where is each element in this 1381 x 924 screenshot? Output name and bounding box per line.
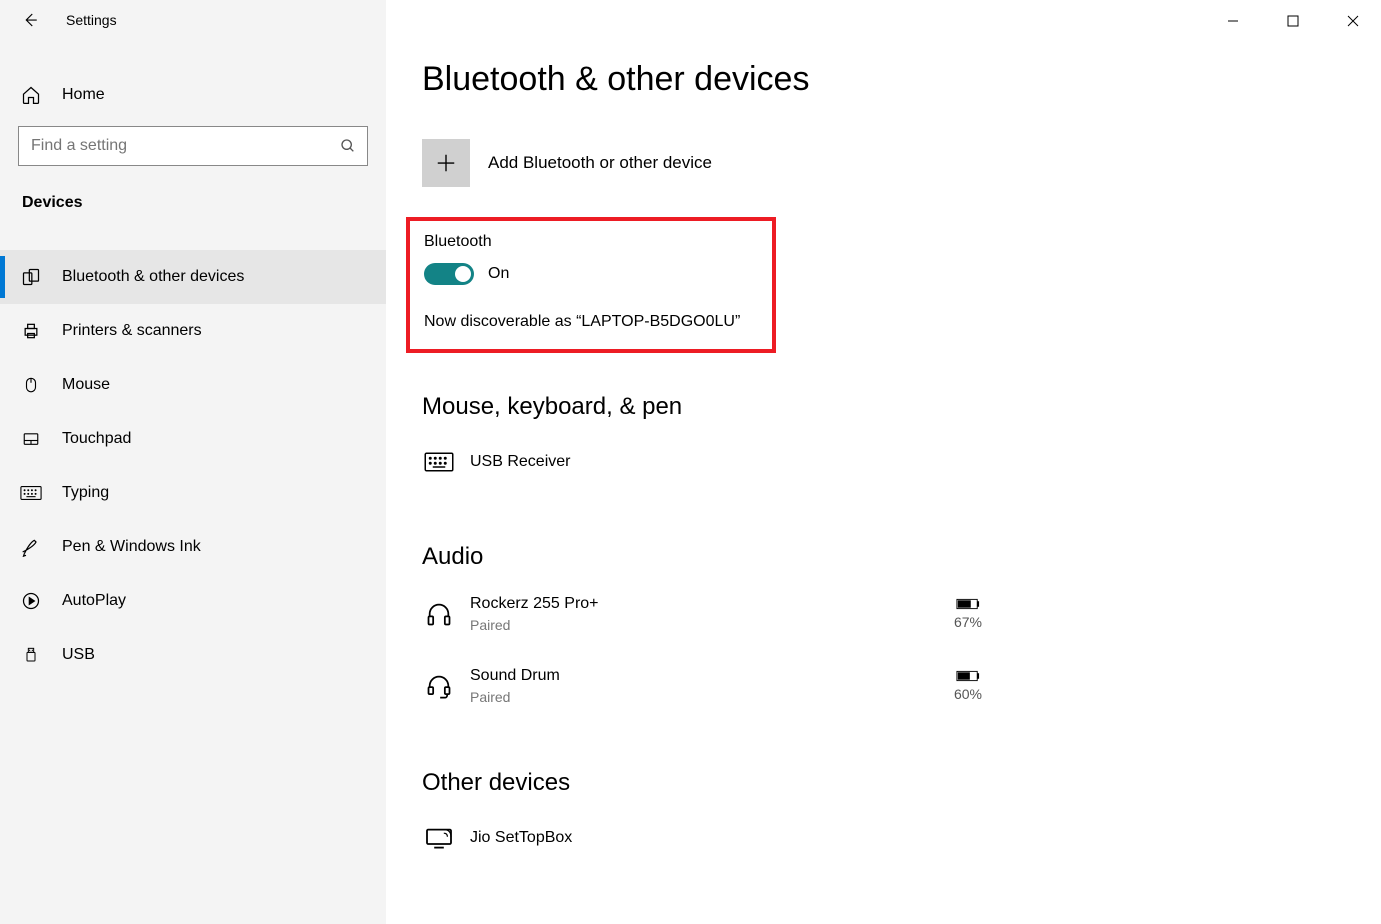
titlebar-row: Settings <box>0 8 386 42</box>
section-other-heading: Other devices <box>422 769 1345 797</box>
display-icon <box>422 821 456 855</box>
nav-item-mouse[interactable]: Mouse <box>0 358 386 412</box>
bluetooth-devices-icon <box>20 266 42 288</box>
sidebar: Settings Home Devices Bluetooth & other … <box>0 0 386 924</box>
nav-item-autoplay[interactable]: AutoPlay <box>0 574 386 628</box>
maximize-button[interactable] <box>1273 6 1313 36</box>
device-name: Sound Drum <box>470 667 940 685</box>
nav-label: Pen & Windows Ink <box>62 538 201 556</box>
nav-label: Typing <box>62 484 109 502</box>
nav-list: Bluetooth & other devices Printers & sca… <box>0 250 386 682</box>
battery-icon <box>956 670 980 682</box>
home-label: Home <box>62 86 105 104</box>
device-battery: 60% <box>954 670 982 702</box>
add-device-button[interactable]: Add Bluetooth or other device <box>422 139 1345 187</box>
keyboard-icon <box>422 445 456 479</box>
bluetooth-label: Bluetooth <box>424 233 760 251</box>
page-title: Bluetooth & other devices <box>422 60 1345 99</box>
search-wrap <box>18 126 368 166</box>
mouse-icon <box>20 374 42 396</box>
touchpad-icon <box>20 428 42 450</box>
printer-icon <box>20 320 42 342</box>
add-device-label: Add Bluetooth or other device <box>488 153 712 173</box>
device-usb-receiver[interactable]: USB Receiver <box>422 437 982 487</box>
home-icon <box>20 84 42 106</box>
nav-label: USB <box>62 646 95 664</box>
close-button[interactable] <box>1333 6 1373 36</box>
battery-percent: 60% <box>954 686 982 702</box>
minimize-button[interactable] <box>1213 6 1253 36</box>
device-sound-drum[interactable]: Sound Drum Paired 60% <box>422 659 982 713</box>
back-button[interactable] <box>20 10 40 30</box>
device-status: Paired <box>470 617 940 633</box>
home-nav[interactable]: Home <box>0 72 386 118</box>
nav-item-touchpad[interactable]: Touchpad <box>0 412 386 466</box>
plus-icon <box>422 139 470 187</box>
headset-icon <box>422 669 456 703</box>
nav-item-printers[interactable]: Printers & scanners <box>0 304 386 358</box>
nav-label: Mouse <box>62 376 110 394</box>
device-name: USB Receiver <box>470 453 982 471</box>
nav-label: Printers & scanners <box>62 322 202 340</box>
headphones-icon <box>422 597 456 631</box>
discoverable-text: Now discoverable as “LAPTOP-B5DGO0LU” <box>424 313 760 331</box>
keyboard-icon <box>20 482 42 504</box>
autoplay-icon <box>20 590 42 612</box>
bluetooth-toggle[interactable] <box>424 263 474 285</box>
bluetooth-highlight: Bluetooth On Now discoverable as “LAPTOP… <box>406 217 776 353</box>
nav-item-pen[interactable]: Pen & Windows Ink <box>0 520 386 574</box>
app-title: Settings <box>66 12 117 28</box>
toggle-knob <box>455 266 471 282</box>
sidebar-section-header: Devices <box>0 166 386 222</box>
main-content: Bluetooth & other devices Add Bluetooth … <box>386 0 1381 924</box>
search-icon[interactable] <box>336 134 360 158</box>
pen-icon <box>20 536 42 558</box>
usb-icon <box>20 644 42 666</box>
nav-label: AutoPlay <box>62 592 126 610</box>
nav-item-bluetooth[interactable]: Bluetooth & other devices <box>0 250 386 304</box>
bluetooth-toggle-row: On <box>424 263 760 285</box>
device-name: Jio SetTopBox <box>470 829 982 847</box>
device-status: Paired <box>470 689 940 705</box>
device-settopbox[interactable]: Jio SetTopBox <box>422 813 982 863</box>
device-battery: 67% <box>954 598 982 630</box>
window-controls <box>1213 6 1373 36</box>
bluetooth-state: On <box>488 265 509 283</box>
nav-label: Bluetooth & other devices <box>62 268 244 286</box>
device-rockerz[interactable]: Rockerz 255 Pro+ Paired 67% <box>422 587 982 641</box>
nav-item-usb[interactable]: USB <box>0 628 386 682</box>
section-mouse-heading: Mouse, keyboard, & pen <box>422 393 1345 421</box>
battery-percent: 67% <box>954 614 982 630</box>
search-input[interactable] <box>18 126 368 166</box>
device-name: Rockerz 255 Pro+ <box>470 595 940 613</box>
nav-label: Touchpad <box>62 430 131 448</box>
battery-icon <box>956 598 980 610</box>
section-audio-heading: Audio <box>422 543 1345 571</box>
nav-item-typing[interactable]: Typing <box>0 466 386 520</box>
